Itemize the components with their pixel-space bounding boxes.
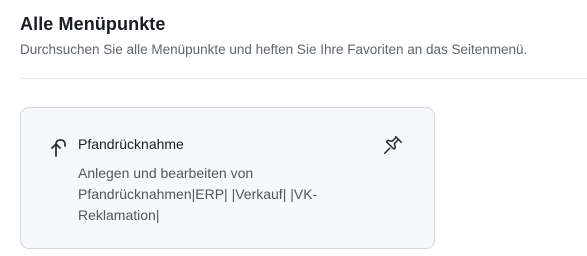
page-title: Alle Menüpunkte bbox=[20, 14, 166, 34]
menu-item-card-pfandruecknahme[interactable]: Pfandrücknahme Anlegen und bearbeiten vo… bbox=[20, 107, 435, 249]
pin-favorite-button[interactable] bbox=[380, 134, 406, 160]
header-divider bbox=[20, 78, 587, 79]
return-arrow-icon bbox=[47, 136, 69, 158]
menu-item-title: Pfandrücknahme bbox=[78, 136, 184, 152]
menu-item-description: Anlegen und bearbeiten von Pfandrücknahm… bbox=[78, 165, 318, 223]
pin-icon bbox=[382, 134, 404, 161]
page-header: Alle Menüpunkte Durchsuchen Sie alle Men… bbox=[20, 14, 587, 57]
page-subtitle: Durchsuchen Sie alle Menüpunkte und heft… bbox=[20, 42, 528, 57]
